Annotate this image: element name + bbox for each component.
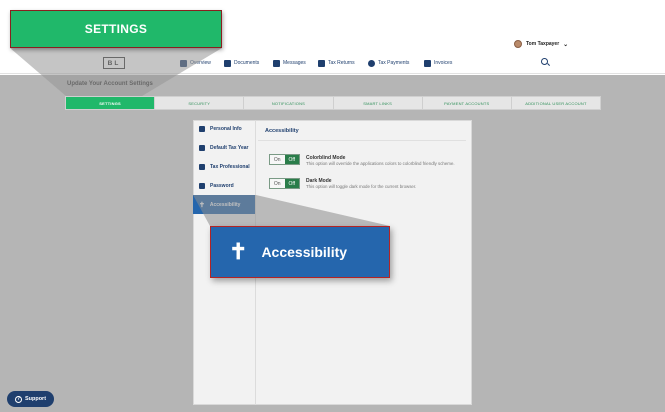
logo[interactable]: BL bbox=[103, 57, 125, 69]
option-description: This option will toggle dark mode for th… bbox=[306, 184, 417, 189]
sidebar-item-tax-professional[interactable]: Tax Professional bbox=[193, 157, 255, 176]
person-icon bbox=[199, 125, 205, 132]
divider bbox=[258, 140, 466, 141]
page-title: Update Your Account Settings bbox=[67, 81, 153, 87]
accessibility-icon: ✝ bbox=[229, 239, 248, 264]
nav-tax-returns[interactable]: Tax Returns bbox=[318, 58, 355, 68]
tab-smart-links[interactable]: SMART LINKS bbox=[334, 97, 423, 109]
support-button[interactable]: ? Support bbox=[7, 391, 54, 407]
nav-tax-payments[interactable]: Tax Payments bbox=[368, 58, 409, 68]
section-title: Accessibility bbox=[265, 128, 299, 134]
sidebar-item-label: Default Tax Year bbox=[210, 144, 249, 151]
dollar-icon bbox=[368, 59, 375, 67]
toggle-on[interactable]: On bbox=[270, 155, 285, 164]
toggle-off[interactable]: Off bbox=[284, 155, 299, 164]
calendar-icon bbox=[199, 144, 205, 151]
tab-settings[interactable]: SETTINGS bbox=[66, 97, 156, 109]
support-label: Support bbox=[24, 396, 47, 402]
nav-label: Tax Payments bbox=[378, 60, 410, 66]
search-icon[interactable] bbox=[541, 58, 550, 67]
nav-messages[interactable]: Messages bbox=[273, 58, 306, 68]
settings-tabs: SETTINGS SECURITY NOTIFICATIONS SMART LI… bbox=[65, 96, 601, 110]
sidebar-item-accessibility[interactable]: ✝ Accessibility bbox=[193, 195, 255, 214]
accessibility-callout: ✝ Accessibility bbox=[210, 226, 390, 278]
nav-label: Documents bbox=[234, 60, 260, 66]
colorblind-mode-toggle[interactable]: On Off bbox=[269, 154, 300, 165]
nav-documents[interactable]: Documents bbox=[224, 58, 259, 68]
sidebar-item-default-tax-year[interactable]: Default Tax Year bbox=[193, 138, 255, 157]
tax-returns-icon bbox=[318, 59, 325, 67]
nav-label: Invoices bbox=[434, 60, 453, 66]
lock-icon bbox=[199, 182, 205, 189]
toggle-on[interactable]: On bbox=[270, 179, 285, 188]
nav-label: Messages bbox=[283, 60, 306, 66]
user-name: Tom Taxpayer bbox=[526, 41, 560, 47]
invoice-icon bbox=[424, 59, 431, 67]
callout-label: Accessibility bbox=[261, 244, 348, 260]
home-icon bbox=[180, 59, 187, 67]
nav-label: Tax Returns bbox=[328, 60, 355, 66]
sidebar-item-label: Password bbox=[210, 182, 234, 189]
messages-icon bbox=[273, 59, 280, 67]
dark-mode-toggle[interactable]: On Off bbox=[269, 178, 300, 189]
documents-icon bbox=[224, 59, 231, 67]
sidebar-item-personal-info[interactable]: Personal Info bbox=[193, 119, 255, 138]
accessibility-icon: ✝ bbox=[199, 201, 205, 209]
nav-overview[interactable]: Overview bbox=[180, 58, 211, 68]
avatar bbox=[514, 40, 522, 48]
sidebar-item-label: Accessibility bbox=[209, 201, 241, 208]
help-icon: ? bbox=[14, 395, 22, 403]
nav-invoices[interactable]: Invoices bbox=[424, 58, 452, 68]
settings-callout: SETTINGS bbox=[10, 10, 222, 48]
sidebar-item-password[interactable]: Password bbox=[193, 176, 255, 195]
tab-security[interactable]: SECURITY bbox=[155, 97, 245, 109]
tab-payment-accounts[interactable]: PAYMENT ACCOUNTS bbox=[423, 97, 512, 109]
tab-additional-user-account[interactable]: ADDITIONAL USER ACCOUNT bbox=[512, 97, 600, 109]
toggle-off[interactable]: Off bbox=[284, 179, 299, 188]
chevron-down-icon: ⌄ bbox=[563, 41, 569, 48]
nav-label: Overview bbox=[190, 60, 211, 66]
sidebar-item-label: Personal Info bbox=[210, 125, 242, 132]
user-menu[interactable]: Tom Taxpayer ⌄ bbox=[514, 38, 568, 50]
sidebar-item-label: Tax Professional bbox=[210, 163, 250, 170]
tab-notifications[interactable]: NOTIFICATIONS bbox=[244, 97, 334, 109]
briefcase-icon bbox=[199, 163, 205, 170]
option-description: This option will override the applicatio… bbox=[306, 161, 455, 166]
